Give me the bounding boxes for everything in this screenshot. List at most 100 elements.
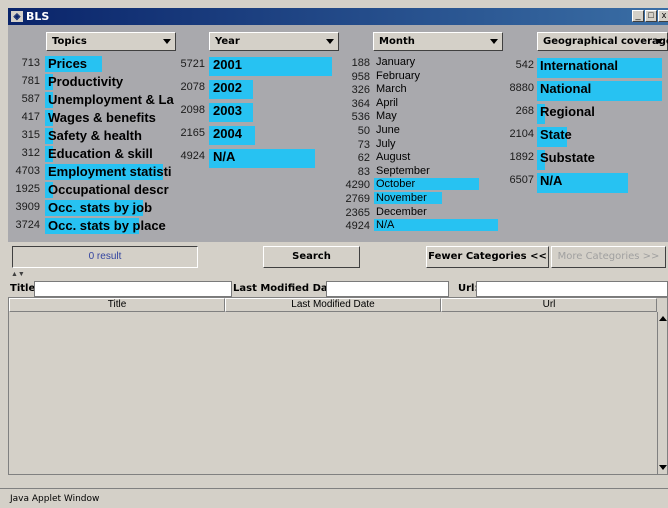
date-field[interactable]	[326, 281, 449, 297]
year-count: 2165	[180, 127, 205, 139]
topics-count: 315	[21, 129, 40, 141]
topics-item[interactable]: Occ. stats by job	[48, 200, 178, 215]
month-count: 2365	[345, 206, 370, 219]
year-dropdown[interactable]: Year	[209, 32, 339, 51]
geo-count: 542	[515, 59, 534, 71]
topics-count: 587	[21, 93, 40, 105]
month-count: 326	[351, 84, 370, 97]
column-header-date[interactable]: Last Modified Date	[225, 298, 441, 312]
geo-item[interactable]: Regional	[540, 104, 668, 119]
year-count: 5721	[180, 58, 205, 70]
month-item[interactable]: May	[376, 110, 496, 122]
month-count: 536	[351, 111, 370, 124]
month-item[interactable]: March	[376, 83, 496, 95]
chevron-down-icon	[163, 39, 171, 44]
status-bar: Java Applet Window	[0, 488, 668, 508]
topics-count: 417	[21, 111, 40, 123]
year-item[interactable]: 2002	[213, 80, 333, 95]
month-count: 83	[357, 165, 370, 178]
month-item[interactable]: January	[376, 56, 496, 68]
geo-item[interactable]: N/A	[540, 173, 668, 188]
month-item[interactable]: October	[376, 178, 496, 190]
geo-dropdown[interactable]: Geographical coverage	[537, 32, 668, 51]
column-header-url[interactable]: Url	[441, 298, 657, 312]
topics-count: 4703	[15, 165, 40, 177]
year-item[interactable]: 2001	[213, 57, 333, 72]
month-count: 50	[357, 125, 370, 137]
topics-item[interactable]: Wages & benefits	[48, 110, 178, 125]
scroll-up-icon[interactable]	[659, 316, 667, 321]
split-arrows-icon[interactable]: ▲▼	[11, 271, 25, 278]
month-count: 73	[357, 138, 370, 151]
year-item[interactable]: 2004	[213, 126, 333, 141]
window-title: BLS	[26, 10, 50, 23]
month-item[interactable]: November	[376, 192, 496, 204]
month-dropdown-label: Month	[379, 36, 415, 47]
month-dropdown[interactable]: Month	[373, 32, 503, 51]
topics-item[interactable]: Prices	[48, 56, 178, 71]
url-field[interactable]	[476, 281, 668, 297]
year-item[interactable]: N/A	[213, 149, 333, 164]
title-field[interactable]	[34, 281, 232, 297]
geo-item[interactable]: National	[540, 81, 668, 96]
year-count: 4924	[180, 150, 205, 162]
topics-dropdown[interactable]: Topics	[46, 32, 176, 51]
topics-item[interactable]: Unemployment & La	[48, 92, 178, 107]
chevron-down-icon	[326, 39, 334, 44]
scroll-down-icon[interactable]	[659, 465, 667, 470]
month-count: 4924	[345, 220, 370, 233]
topics-item[interactable]: Productivity	[48, 74, 178, 89]
month-item[interactable]: August	[376, 151, 496, 163]
topics-count: 3909	[15, 201, 40, 213]
topics-count: 3724	[15, 219, 40, 231]
topics-count: 312	[21, 147, 40, 159]
search-button[interactable]: Search	[263, 246, 360, 268]
action-bar: 0 result Search Fewer Categories << More…	[8, 242, 668, 270]
month-item[interactable]: February	[376, 70, 496, 82]
year-dropdown-label: Year	[215, 36, 240, 47]
year-count: 2098	[180, 104, 205, 116]
close-button[interactable]: x	[658, 10, 668, 22]
topics-item[interactable]: Occupational descr	[48, 182, 178, 197]
month-count: 364	[351, 97, 370, 110]
vertical-scrollbar[interactable]	[657, 312, 667, 474]
month-item[interactable]: July	[376, 138, 496, 150]
geo-count: 8880	[509, 82, 534, 94]
year-count: 2078	[180, 81, 205, 93]
minimize-button[interactable]: _	[632, 10, 644, 22]
topics-item[interactable]: Education & skill	[48, 146, 178, 161]
geo-count: 1892	[509, 151, 534, 163]
column-header-title[interactable]: Title	[9, 298, 225, 312]
month-count: 62	[357, 152, 370, 165]
topics-item[interactable]: Employment statisti	[48, 164, 178, 179]
topics-count: 781	[21, 75, 40, 87]
topics-count: 713	[21, 57, 40, 69]
geo-item[interactable]: Substate	[540, 150, 668, 165]
geo-dropdown-label: Geographical coverage	[543, 36, 668, 47]
title-bar: ◈ BLS _ □ x	[8, 8, 668, 25]
month-count: 958	[351, 70, 370, 83]
result-count: 0 result	[12, 246, 198, 268]
applet-window: ◈ BLS _ □ x Topics Year Month Geographic…	[0, 0, 668, 508]
month-item[interactable]: June	[376, 124, 496, 136]
topics-item[interactable]: Occ. stats by place	[48, 218, 178, 233]
geo-item[interactable]: International	[540, 58, 668, 73]
month-item[interactable]: September	[376, 165, 496, 177]
geo-count: 268	[515, 105, 534, 117]
month-item[interactable]: N/A	[376, 219, 496, 231]
category-panel: Topics Year Month Geographical coverage …	[8, 25, 668, 242]
month-item[interactable]: April	[376, 97, 496, 109]
maximize-button[interactable]: □	[645, 10, 657, 22]
chevron-down-icon	[490, 39, 498, 44]
results-table: Title Last Modified Date Url	[8, 297, 668, 475]
year-item[interactable]: 2003	[213, 103, 333, 118]
split-divider[interactable]: ▲▼	[8, 271, 668, 281]
status-text: Java Applet Window	[10, 494, 100, 504]
fewer-categories-button[interactable]: Fewer Categories <<	[426, 246, 549, 268]
more-categories-button[interactable]: More Categories >>	[551, 246, 666, 268]
topics-item[interactable]: Safety & health	[48, 128, 178, 143]
month-item[interactable]: December	[376, 206, 496, 218]
geo-item[interactable]: State	[540, 127, 668, 142]
topics-count: 1925	[15, 183, 40, 195]
month-count: 2769	[345, 193, 370, 205]
